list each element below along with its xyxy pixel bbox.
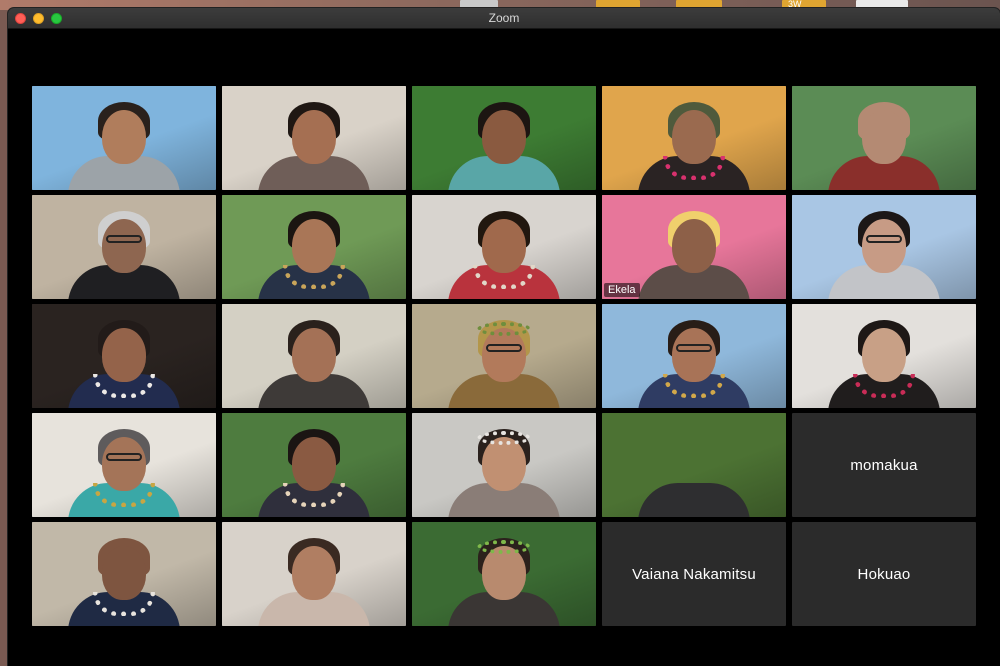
participant-video [254,522,374,626]
glasses-icon [106,235,142,243]
participant-face [482,546,526,600]
participant-face [482,437,526,491]
glasses-icon [866,235,902,243]
participant-video [444,522,564,626]
participant-tile[interactable]: momakua [792,413,976,517]
desktop-app-icon [856,0,908,8]
participant-tile[interactable] [792,86,976,190]
participant-tile[interactable] [222,195,406,299]
lei-crown-icon [477,431,531,445]
participant-video [444,195,564,299]
participant-name-tag: Ekela [604,283,640,297]
participant-video [634,304,754,408]
participant-tile[interactable] [792,195,976,299]
participant-face [482,110,526,164]
participant-body [638,483,750,517]
participant-name: momakua [850,456,918,474]
participant-video [64,304,184,408]
title-bar[interactable]: Zoom [8,8,1000,29]
participant-face [672,219,716,273]
participant-face [862,110,906,164]
lei-crown-icon [477,322,531,336]
desktop-app-icon [676,0,722,8]
participant-tile[interactable]: Vaiana Nakamitsu [602,522,786,626]
participant-tile[interactable] [412,413,596,517]
participant-video [64,522,184,626]
desktop-app-icon [596,0,640,8]
participant-video [254,195,374,299]
lei-crown-icon [477,540,531,554]
participant-video [824,304,944,408]
participant-video [634,413,754,517]
desktop-app-icon [460,0,498,8]
meeting-controls-area [8,648,1000,666]
participant-name: Hokuao [857,565,911,583]
participant-video [254,413,374,517]
participant-tile[interactable] [32,304,216,408]
participant-tile[interactable] [32,413,216,517]
participant-tile[interactable] [412,195,596,299]
participant-tile[interactable] [602,304,786,408]
participant-video [64,86,184,190]
participant-tile[interactable] [222,304,406,408]
participant-face [102,219,146,273]
desktop-badge: 3W [782,0,826,9]
participant-video [444,304,564,408]
participant-tile[interactable] [602,86,786,190]
participant-tile[interactable] [32,195,216,299]
participant-tile[interactable] [222,86,406,190]
participant-face [292,546,336,600]
participant-video [254,86,374,190]
participant-tile[interactable] [412,522,596,626]
window-title: Zoom [488,11,520,25]
participant-video [824,195,944,299]
participant-face [292,110,336,164]
participant-face [102,110,146,164]
participant-video [444,413,564,517]
participant-tile[interactable] [32,86,216,190]
participant-video [444,86,564,190]
participant-video [634,195,754,299]
participant-tile[interactable] [32,522,216,626]
participant-face [862,219,906,273]
participant-video [824,86,944,190]
participant-tile[interactable] [222,522,406,626]
participant-face [482,328,526,382]
gallery-view-grid: Ekela momakua Vaiana Nakamitsu Hokuao [32,86,976,626]
glasses-icon [676,344,712,352]
participant-video [254,304,374,408]
participant-tile[interactable] [222,413,406,517]
participant-face [292,328,336,382]
participant-tile[interactable] [602,413,786,517]
participant-tile[interactable]: Ekela [602,195,786,299]
participant-tile[interactable]: Hokuao [792,522,976,626]
participant-video [64,413,184,517]
participant-tile[interactable] [412,86,596,190]
zoom-window: Zoom Ekela momakua Vaiana Nakamitsu Hokuao [8,8,1000,666]
glasses-icon [106,453,142,461]
participant-video [634,86,754,190]
participant-tile[interactable] [412,304,596,408]
glasses-icon [486,344,522,352]
participant-video [64,195,184,299]
participant-tile[interactable] [792,304,976,408]
participant-name: Vaiana Nakamitsu [632,565,756,583]
